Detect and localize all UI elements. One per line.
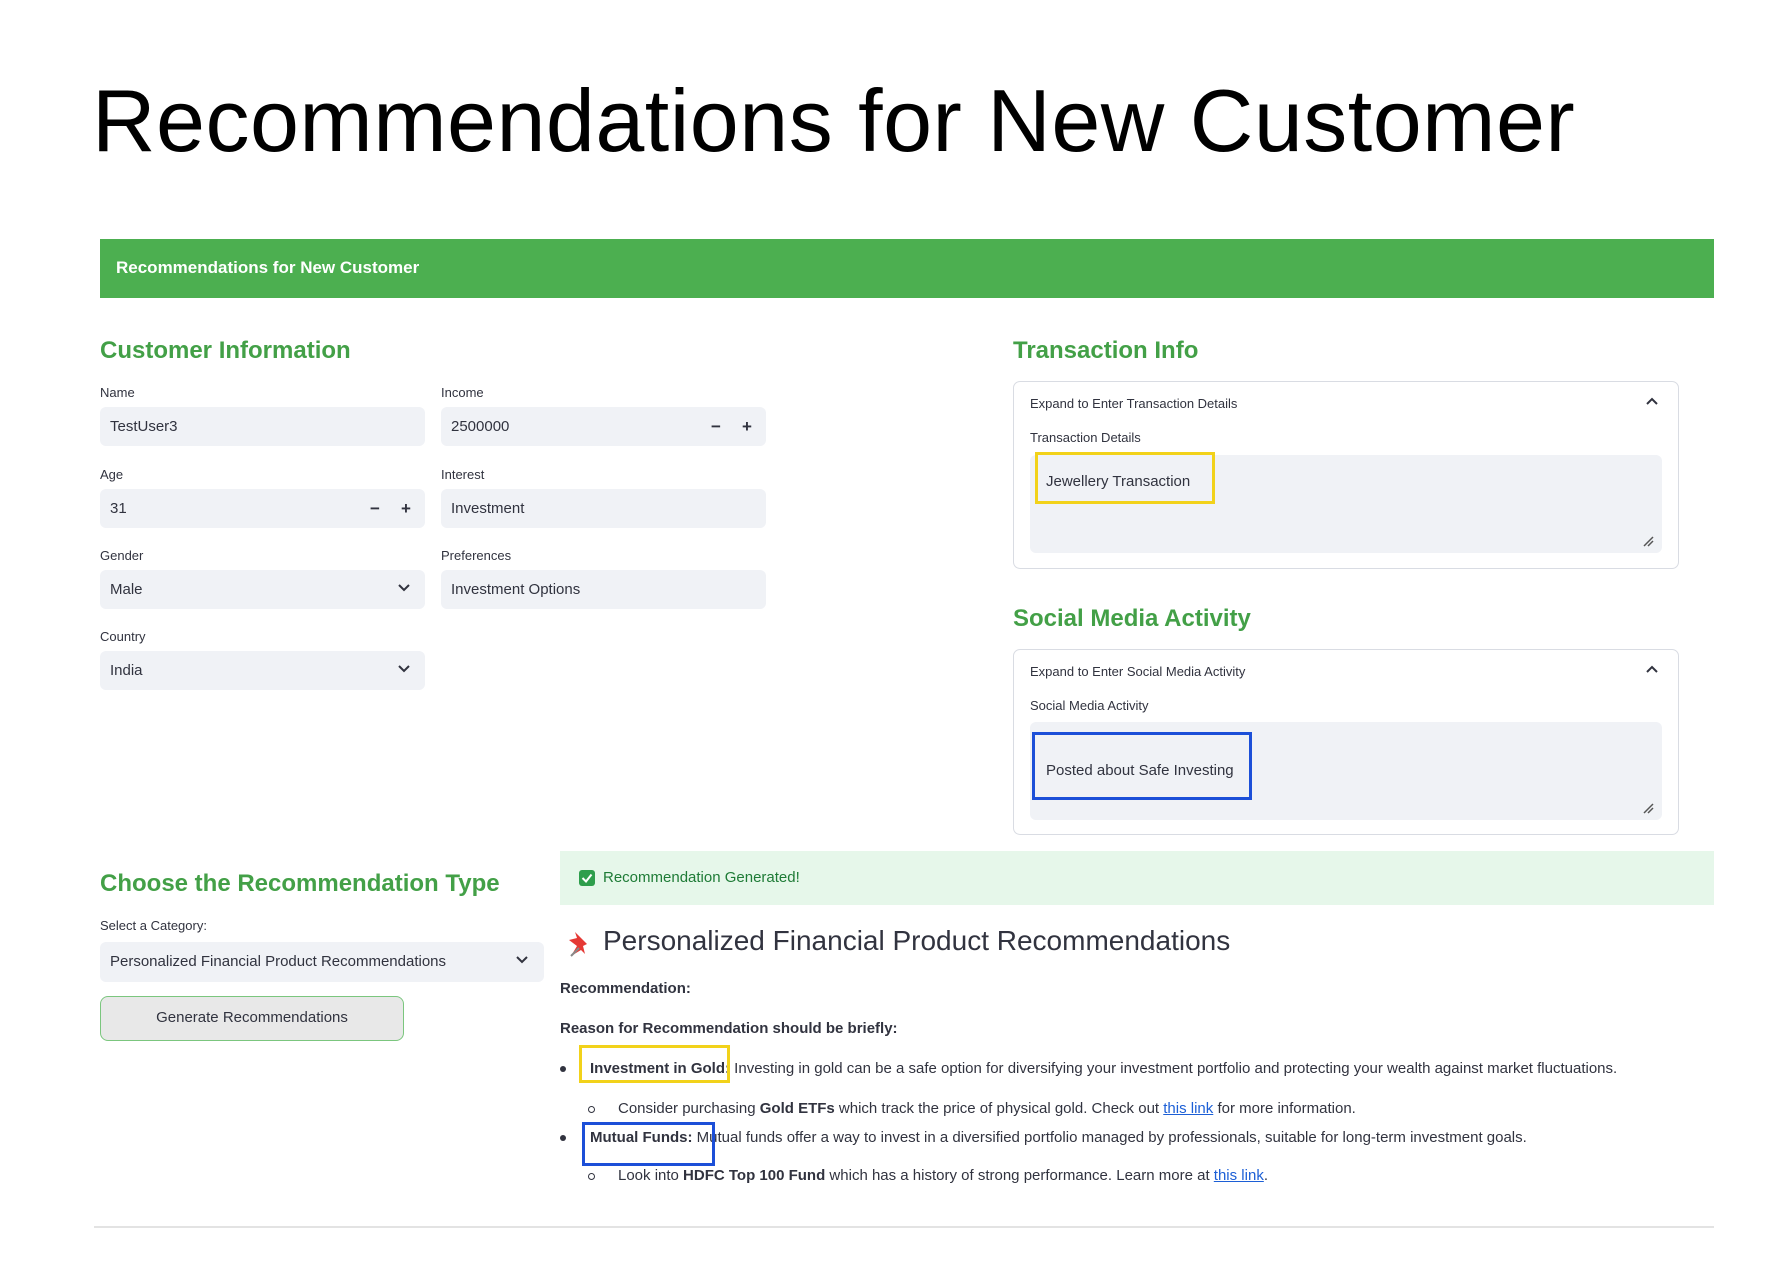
country-value: India [110,662,143,679]
income-increment-button[interactable]: + [742,417,752,437]
interest-value: Investment [451,500,525,517]
chevron-down-icon [398,584,410,592]
pushpin-icon [569,932,587,957]
sub-bullet [588,1173,595,1180]
age-input[interactable]: 31 − + [100,489,425,528]
country-select[interactable]: India [100,651,425,690]
app-header-bar: Recommendations for New Customer [100,239,1714,298]
bottom-divider [94,1226,1714,1228]
reason-label: Reason for Recommendation should be brie… [560,1020,898,1037]
gold-link[interactable]: this link [1163,1100,1213,1117]
interest-label: Interest [441,467,485,482]
name-value: TestUser3 [110,418,178,435]
chevron-down-icon [398,665,410,673]
gold-etfs-text: Gold ETFs [759,1100,835,1117]
gender-label: Gender [100,548,144,563]
hdfc-link[interactable]: this link [1214,1167,1264,1184]
social-media-title: Social Media Activity [1013,605,1251,632]
gender-select[interactable]: Male [100,570,425,609]
income-decrement-button[interactable]: − [711,417,721,437]
gold-highlight-box [579,1045,730,1083]
gold-text: Investing in gold can be a safe option f… [730,1060,1618,1077]
sub-bullet [588,1106,595,1113]
social-media-expander-title: Expand to Enter Social Media Activity [1030,664,1246,679]
mutual-funds-highlight-box [582,1122,715,1166]
transaction-highlight-box [1035,452,1215,504]
age-decrement-button[interactable]: − [370,499,380,519]
category-select[interactable]: Personalized Financial Product Recommend… [100,942,544,982]
chevron-down-icon [516,956,528,964]
transaction-expander[interactable]: Expand to Enter Transaction Details Tran… [1013,381,1679,569]
choose-type-title: Choose the Recommendation Type [100,870,500,897]
country-label: Country [100,629,146,644]
age-increment-button[interactable]: + [401,499,411,519]
social-media-highlight-box [1032,732,1252,800]
mutual-funds-subitem: Look into HDFC Top 100 Fund which has a … [618,1167,1268,1184]
success-text: Recommendation Generated! [603,869,800,886]
hdfc-fund-text: HDFC Top 100 Fund [683,1167,826,1184]
recommendation-label: Recommendation: [560,980,691,997]
name-label: Name [100,385,135,400]
preferences-label: Preferences [441,548,512,563]
bullet-dot [560,1135,566,1141]
chevron-up-icon[interactable] [1644,662,1660,678]
recommendation-item-gold: Investment in Gold: Investing in gold ca… [590,1060,1617,1077]
age-label: Age [100,467,124,482]
social-media-expander[interactable]: Expand to Enter Social Media Activity So… [1013,649,1679,835]
recommendations-heading: Personalized Financial Product Recommend… [603,925,1231,956]
generate-recommendations-button[interactable]: Generate Recommendations [100,996,404,1041]
resize-grip-icon[interactable] [1642,535,1654,547]
app-header-title: Recommendations for New Customer [116,258,420,277]
income-input[interactable]: 2500000 − + [441,407,766,446]
income-label: Income [441,385,484,400]
success-alert: Recommendation Generated! [560,851,1714,905]
gender-value: Male [110,581,143,598]
gold-subitem: Consider purchasing Gold ETFs which trac… [618,1100,1356,1117]
transaction-details-label: Transaction Details [1030,430,1141,445]
age-value: 31 [110,500,127,517]
bullet-dot [560,1066,566,1072]
name-input[interactable]: TestUser3 [100,407,425,446]
chevron-up-icon[interactable] [1644,394,1660,410]
slide-title: Recommendations for New Customer [92,71,1576,170]
preferences-input[interactable]: Investment Options [441,570,766,609]
interest-input[interactable]: Investment [441,489,766,528]
customer-info-title: Customer Information [100,337,351,364]
social-media-label: Social Media Activity [1030,698,1149,713]
checkbox-icon [579,870,595,886]
income-value: 2500000 [451,418,510,435]
recommendation-item-mutual-funds: Mutual Funds: Mutual funds offer a way t… [590,1129,1527,1146]
mutual-funds-text: Mutual funds offer a way to invest in a … [692,1129,1527,1146]
transaction-info-title: Transaction Info [1013,337,1199,364]
resize-grip-icon[interactable] [1642,802,1654,814]
transaction-expander-title: Expand to Enter Transaction Details [1030,396,1238,411]
category-label: Select a Category: [100,918,207,933]
preferences-value: Investment Options [451,581,581,598]
category-value: Personalized Financial Product Recommend… [110,953,447,970]
